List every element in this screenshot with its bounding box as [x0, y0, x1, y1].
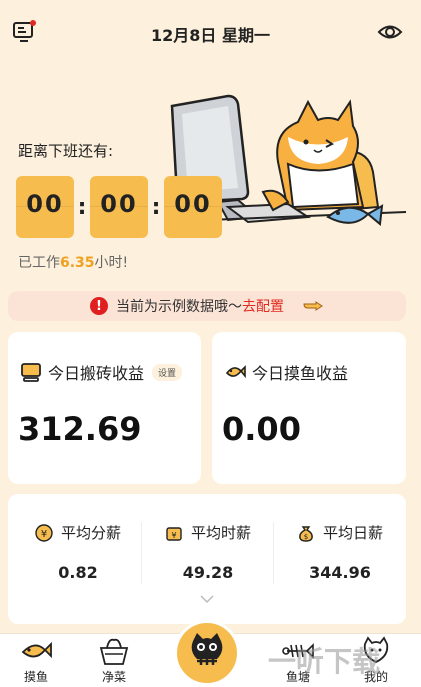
- svg-text:¥: ¥: [171, 531, 176, 540]
- fish-tab-icon: [21, 641, 52, 659]
- header-bar: 12月8日 星期一: [0, 0, 421, 64]
- tab-basket[interactable]: 净菜: [84, 636, 144, 685]
- slack-earnings-title: 今日摸鱼收益: [252, 364, 349, 383]
- settings-badge[interactable]: 设置: [152, 363, 183, 381]
- work-earnings-title: 今日搬砖收益: [48, 364, 145, 383]
- fishbone-center-button[interactable]: [174, 620, 240, 686]
- work-earnings-card[interactable]: 今日搬砖收益 设置 312.69: [8, 332, 201, 484]
- stat-value: 0.82: [58, 563, 98, 582]
- wallet-icon: ¥: [166, 526, 182, 541]
- notice-text: 当前为示例数据哦～: [116, 299, 242, 315]
- minutes-box: 00: [90, 176, 148, 238]
- average-salary-card: ¥ 平均分薪 0.82 ¥ 平均时薪 49.28 $ 平均日薪 344.96: [8, 494, 406, 624]
- basket-icon: [99, 638, 129, 665]
- configure-link[interactable]: 去配置: [242, 296, 284, 316]
- seconds-box: 00: [164, 176, 222, 238]
- cat-fishbone-icon: [191, 633, 223, 665]
- fish-icon: [225, 365, 246, 379]
- stat-per-day: $ 平均日薪 344.96: [274, 522, 406, 582]
- eye-icon[interactable]: [377, 21, 403, 43]
- watermark: 一听下载: [268, 645, 381, 678]
- coin-icon: ¥: [35, 523, 53, 542]
- slack-earnings-title-row: 今日摸鱼收益: [224, 360, 348, 384]
- warning-icon: !: [90, 297, 108, 315]
- tab-slack[interactable]: 摸鱼: [6, 636, 66, 685]
- tab-label: 摸鱼: [23, 670, 48, 684]
- page-title: 12月8日 星期一: [151, 26, 270, 45]
- stat-title: 平均日薪: [322, 524, 383, 542]
- tab-label: 净菜: [101, 670, 126, 684]
- sample-data-notice[interactable]: ! 当前为示例数据哦～ 去配置: [8, 291, 406, 321]
- countdown-timer: 00 : 00 : 00: [16, 176, 222, 238]
- hours-box: 00: [16, 176, 74, 238]
- stat-per-minute: ¥ 平均分薪 0.82: [12, 522, 144, 582]
- stat-value: 344.96: [309, 563, 371, 582]
- stat-value: 49.28: [182, 563, 234, 582]
- worked-suffix: 小时!: [94, 255, 129, 271]
- money-bag-icon: $: [299, 525, 313, 542]
- pointing-hand-icon: [303, 301, 323, 311]
- chevron-down-icon[interactable]: [199, 594, 215, 604]
- worked-prefix: 已工作: [18, 255, 60, 271]
- worked-value: 6.35: [60, 255, 95, 271]
- computer-icon: [21, 363, 41, 382]
- worked-hours-text: 已工作6.35小时!: [18, 252, 128, 272]
- stat-title: 平均时薪: [190, 524, 251, 542]
- work-earnings-title-row: 今日搬砖收益 设置: [20, 360, 183, 384]
- colon-separator: :: [77, 194, 87, 220]
- minutes-value: 00: [100, 190, 138, 218]
- colon-separator: :: [151, 194, 161, 220]
- slack-earnings-value: 0.00: [222, 410, 301, 448]
- stat-title: 平均分薪: [60, 524, 121, 542]
- countdown-label: 距离下班还有:: [18, 142, 114, 160]
- slack-earnings-card[interactable]: 今日摸鱼收益 0.00: [212, 332, 406, 484]
- svg-text:¥: ¥: [41, 529, 47, 540]
- svg-text:$: $: [304, 533, 308, 541]
- seconds-value: 00: [174, 190, 212, 218]
- stat-per-hour: ¥ 平均时薪 49.28: [142, 522, 274, 582]
- hours-value: 00: [26, 190, 64, 218]
- work-earnings-value: 312.69: [18, 410, 142, 448]
